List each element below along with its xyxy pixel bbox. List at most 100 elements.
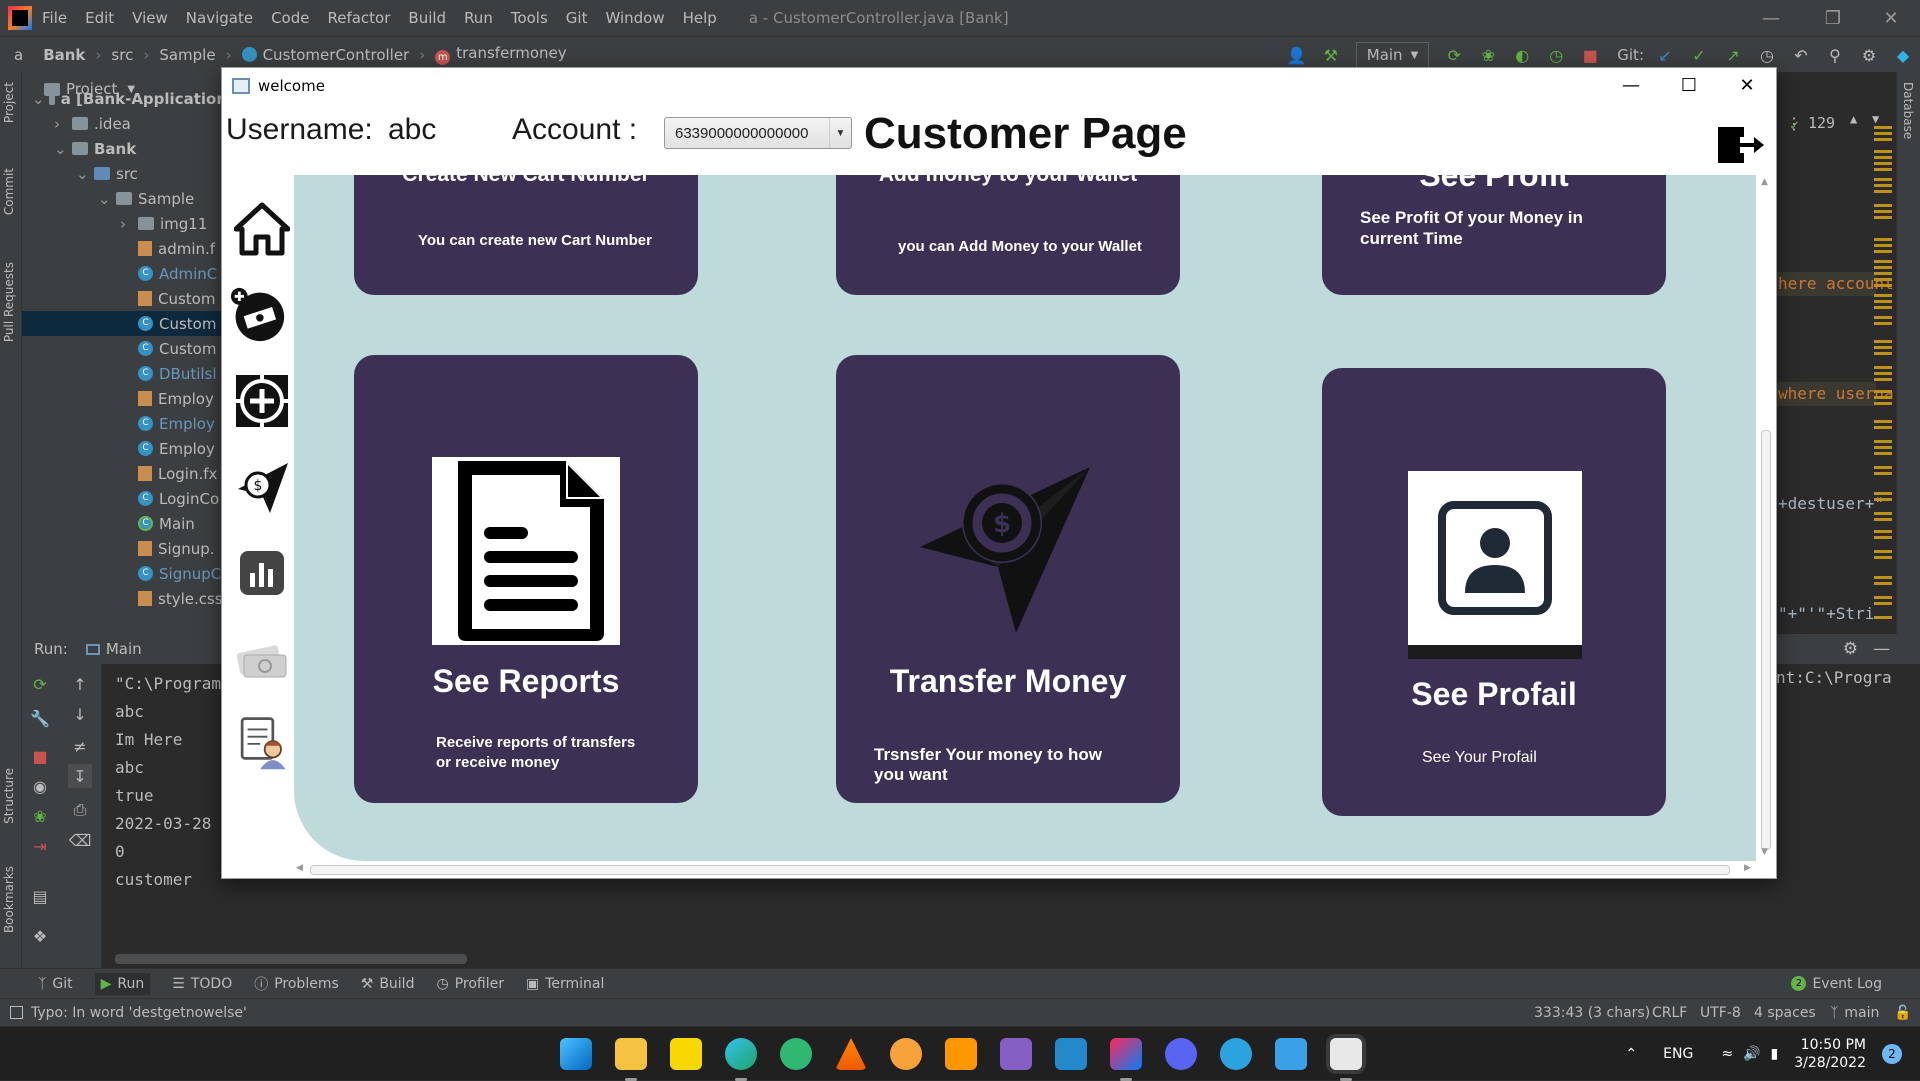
breadcrumb-src[interactable]: src: [111, 46, 133, 64]
warning-marker[interactable]: [1874, 316, 1892, 319]
menu-tools[interactable]: Tools: [511, 9, 548, 27]
warning-marker[interactable]: [1874, 260, 1892, 263]
tree-item[interactable]: Signup.: [22, 536, 227, 561]
card-see-profail[interactable]: See Profail See Your Profail: [1322, 368, 1666, 816]
warning-marker[interactable]: [1874, 576, 1892, 579]
pin-icon[interactable]: ❖: [28, 924, 52, 948]
volume-icon[interactable]: 🔊: [1743, 1046, 1760, 1062]
windows-start-icon[interactable]: [560, 1038, 592, 1070]
threads-icon[interactable]: ❀: [28, 804, 52, 828]
coverage-icon[interactable]: ◐: [1511, 44, 1533, 66]
tree-item[interactable]: C SignupC: [22, 561, 227, 586]
menu-run[interactable]: Run: [464, 9, 493, 27]
tree-item[interactable]: Employ: [22, 386, 227, 411]
warning-marker[interactable]: [1874, 284, 1892, 287]
warning-marker[interactable]: [1874, 556, 1892, 559]
tool-bookmarks-tab[interactable]: Bookmarks: [2, 866, 16, 933]
card-create-cart[interactable]: Create New Cart Number You can create ne…: [354, 175, 698, 295]
account-select[interactable]: 6339000000000000 ▼: [664, 117, 852, 149]
rollback-icon[interactable]: ↶: [1790, 44, 1812, 66]
card-see-profit[interactable]: See Profit See Profit Of your Money in c…: [1322, 175, 1666, 295]
event-log-button[interactable]: 2 Event Log: [1791, 976, 1882, 992]
visual-studio-icon[interactable]: [1000, 1038, 1032, 1070]
wrench-icon[interactable]: 🔧: [28, 706, 52, 730]
camera-icon[interactable]: ◉: [28, 774, 52, 798]
scroll-to-end-icon[interactable]: ↧: [68, 764, 92, 788]
lock-icon[interactable]: 🔓: [1894, 1005, 1911, 1021]
tree-item[interactable]: ⌄ a [Bank-Application: [22, 86, 227, 111]
tool-project-tab[interactable]: Project: [2, 82, 16, 123]
warning-marker[interactable]: [1874, 210, 1892, 213]
home-icon[interactable]: [234, 201, 290, 257]
status-line-separator[interactable]: CRLF: [1652, 1005, 1687, 1021]
telegram-icon[interactable]: [1220, 1038, 1252, 1070]
stop-icon[interactable]: ■: [28, 744, 52, 768]
menu-edit[interactable]: Edit: [85, 9, 114, 27]
scroll-up-arrow-icon[interactable]: ▲: [1761, 177, 1768, 187]
tool-build[interactable]: ⚒ Build: [361, 976, 415, 992]
add-money-icon[interactable]: [230, 287, 286, 343]
tool-terminal[interactable]: ▣ Terminal: [526, 976, 604, 992]
search-icon[interactable]: ⚲: [1824, 44, 1846, 66]
status-message[interactable]: Typo: In word 'destgetnowelse': [31, 1005, 247, 1021]
warning-marker[interactable]: [1874, 278, 1892, 281]
status-encoding[interactable]: UTF-8: [1700, 1005, 1741, 1021]
chevron-icon[interactable]: ›: [120, 215, 134, 233]
warning-marker[interactable]: [1874, 582, 1892, 585]
tree-item[interactable]: C Employ: [22, 411, 227, 436]
tree-item[interactable]: C Employ: [22, 436, 227, 461]
status-position[interactable]: 333:43 (3 chars): [1534, 1005, 1650, 1021]
warning-marker[interactable]: [1874, 190, 1892, 193]
app-minimize-button[interactable]: —: [1602, 68, 1660, 103]
warning-marker[interactable]: [1874, 238, 1892, 241]
history-icon[interactable]: ◷: [1756, 44, 1778, 66]
ide-restore-button[interactable]: ❐: [1808, 0, 1858, 36]
soft-wrap-icon[interactable]: ≠: [68, 734, 92, 758]
warning-marker[interactable]: [1874, 602, 1892, 605]
tool-problems[interactable]: ⓘ Problems: [254, 974, 339, 994]
cash-icon[interactable]: [234, 629, 290, 685]
warning-marker[interactable]: [1874, 168, 1892, 171]
menu-file[interactable]: File: [42, 9, 67, 27]
chevron-up-icon[interactable]: ⌃: [1625, 1046, 1637, 1062]
exit-icon[interactable]: ⇥: [28, 834, 52, 858]
warning-marker[interactable]: [1874, 294, 1892, 297]
file-explorer-icon[interactable]: [615, 1038, 647, 1081]
warning-marker[interactable]: [1874, 162, 1892, 165]
warning-marker[interactable]: [1874, 378, 1892, 381]
warning-marker[interactable]: [1874, 402, 1892, 405]
warning-marker[interactable]: [1874, 518, 1892, 521]
app-close-button[interactable]: ✕: [1718, 68, 1776, 103]
warning-marker[interactable]: [1874, 272, 1892, 275]
ide-close-button[interactable]: ✕: [1866, 0, 1916, 36]
debug-icon[interactable]: ❀: [1477, 44, 1499, 66]
stop-icon[interactable]: ■: [1579, 44, 1601, 66]
tool-pull-requests-tab[interactable]: Pull Requests: [2, 262, 16, 342]
warning-marker[interactable]: [1874, 178, 1892, 181]
ide-minimize-button[interactable]: —: [1746, 0, 1796, 36]
warning-marker[interactable]: [1874, 472, 1892, 475]
scroll-down-arrow-icon[interactable]: ▼: [1761, 847, 1768, 857]
warning-marker[interactable]: [1874, 138, 1892, 141]
warning-marker[interactable]: [1874, 596, 1892, 599]
warning-marker[interactable]: [1874, 216, 1892, 219]
tool-database-tab[interactable]: Database: [1901, 82, 1915, 139]
vlc-icon[interactable]: [835, 1038, 867, 1070]
warning-marker[interactable]: [1874, 446, 1892, 449]
warning-marker[interactable]: [1874, 244, 1892, 247]
user-icon[interactable]: 👤: [1286, 44, 1308, 66]
gear-icon[interactable]: ⚙: [1843, 639, 1858, 659]
sticky-notes-icon[interactable]: [670, 1038, 702, 1070]
vscode-icon[interactable]: [1055, 1038, 1087, 1070]
tree-item[interactable]: style.css: [22, 586, 227, 611]
warning-marker[interactable]: [1874, 132, 1892, 135]
content-scroll-pane[interactable]: Create New Cart Number You can create ne…: [294, 175, 1776, 878]
app-maximize-button[interactable]: ☐: [1660, 68, 1718, 103]
console-horizontal-scrollbar[interactable]: [115, 954, 467, 964]
transfer-icon[interactable]: $: [234, 459, 290, 515]
warning-marker[interactable]: [1874, 492, 1892, 495]
warning-marker[interactable]: [1874, 616, 1892, 619]
warning-marker[interactable]: [1874, 372, 1892, 375]
chevron-up-icon[interactable]: ▲: [1850, 112, 1857, 126]
warning-marker[interactable]: [1874, 498, 1892, 501]
